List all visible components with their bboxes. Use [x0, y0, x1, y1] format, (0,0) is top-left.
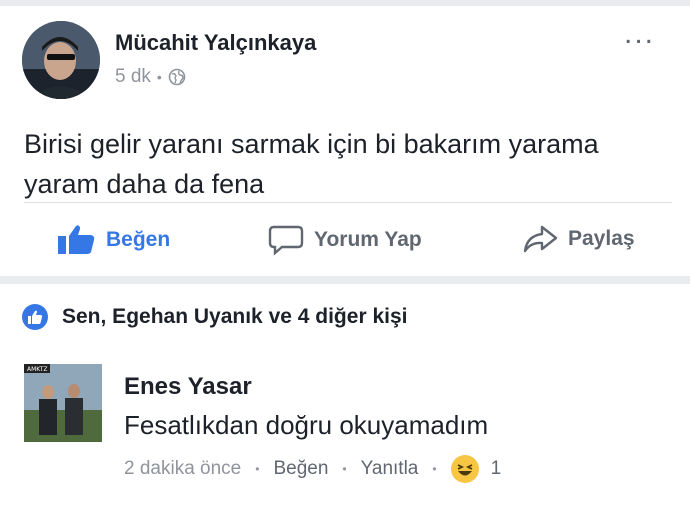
avatar-photo [22, 21, 100, 99]
reactions-text: Sen, Egehan Uyanık ve 4 diğer kişi [62, 305, 408, 328]
meta-separator: • [342, 462, 347, 476]
like-label: Beğen [106, 228, 171, 251]
more-options-icon[interactable]: ... [624, 19, 655, 49]
meta-separator: • [432, 462, 437, 476]
comment-button[interactable]: Yorum Yap [268, 224, 422, 256]
commenter-avatar[interactable]: AMKTZ [24, 364, 102, 442]
thumbs-up-icon [56, 224, 96, 256]
reaction-count[interactable]: 1 [491, 458, 502, 480]
comment-text: Fesatlıkdan doğru okuyamadım [124, 410, 489, 440]
post-meta: 5 dk • [115, 66, 186, 88]
laughing-emoji-icon[interactable] [450, 455, 479, 483]
comment-bubble-icon [268, 224, 304, 256]
commenter-name[interactable]: Enes Yasar [124, 373, 252, 401]
share-arrow-icon [522, 224, 558, 254]
comment-label: Yorum Yap [314, 228, 422, 251]
reactions-summary[interactable]: Sen, Egehan Uyanık ve 4 diğer kişi [22, 304, 407, 330]
meta-separator: • [156, 69, 162, 85]
like-reaction-icon [22, 304, 48, 330]
author-name[interactable]: Mücahit Yalçınkaya [115, 30, 316, 56]
comment-like-link[interactable]: Beğen [273, 458, 328, 480]
globe-icon[interactable] [168, 68, 186, 86]
commenter-photo: AMKTZ [24, 364, 102, 442]
like-button[interactable]: Beğen [56, 224, 170, 256]
post-divider [24, 202, 672, 203]
comment-time[interactable]: 2 dakika önce [124, 458, 241, 480]
author-avatar[interactable] [22, 21, 100, 99]
post-time[interactable]: 5 dk [115, 66, 151, 88]
share-button[interactable]: Paylaş [522, 224, 635, 254]
share-label: Paylaş [568, 227, 635, 250]
comment-reply-link[interactable]: Yanıtla [361, 458, 419, 480]
meta-separator: • [255, 462, 260, 476]
avatar-badge-text: AMKTZ [27, 366, 48, 373]
comment-meta: 2 dakika önce • Beğen • Yanıtla • 1 [124, 455, 501, 483]
post-text: Birisi gelir yaranı sarmak için bi bakar… [24, 129, 599, 199]
